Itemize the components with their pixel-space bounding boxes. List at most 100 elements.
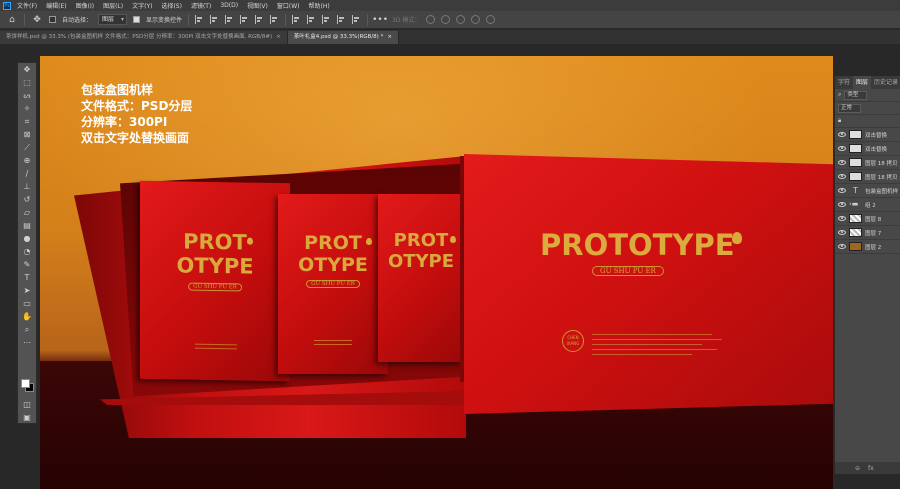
distribute-left-icon[interactable] (292, 15, 301, 24)
layer-row[interactable]: 图层 8 (835, 212, 900, 226)
quick-mask-icon[interactable]: ◫ (18, 398, 36, 411)
crop-tool-icon[interactable]: ⌗ (18, 115, 36, 128)
3d-orbit-icon[interactable] (426, 15, 436, 24)
align-top-icon[interactable] (240, 15, 249, 24)
show-transform-checkbox[interactable] (133, 16, 141, 23)
eye-icon[interactable] (838, 216, 846, 221)
eye-icon[interactable] (838, 146, 846, 151)
layer-row[interactable]: 图层 18 拷贝 (835, 170, 900, 184)
options-bar: ⌂ ✥ 自动选择： 图层 显示变换控件 ••• 3D 模式： (0, 11, 900, 29)
healing-brush-tool-icon[interactable]: ⊕ (18, 154, 36, 167)
3d-scale-icon[interactable] (486, 15, 496, 24)
tab-layers[interactable]: 图层 (853, 76, 872, 89)
document-canvas[interactable]: 包装盒图机样 文件格式：PSD分层 分辨率：300PI 双击文字处替换画面 PR… (40, 56, 833, 489)
fine-print-line (195, 343, 237, 346)
close-icon[interactable]: × (276, 31, 281, 44)
auto-select-checkbox[interactable] (49, 16, 56, 23)
menu-select[interactable]: 选择(S) (161, 1, 182, 10)
layer-row[interactable]: 图层 2 (835, 240, 900, 254)
menu-file[interactable]: 文件(F) (17, 1, 37, 10)
lock-icon[interactable]: 🔒︎ (838, 117, 841, 125)
3d-pan-icon[interactable] (456, 15, 466, 24)
edit-toolbar-icon[interactable]: ⋯ (18, 336, 36, 349)
menu-filter[interactable]: 滤镜(T) (191, 1, 211, 10)
menu-help[interactable]: 帮助(H) (309, 1, 330, 10)
blend-mode-select[interactable]: 正常 (838, 103, 862, 113)
layer-row[interactable]: 图层 7 (835, 226, 900, 240)
layer-row[interactable]: 图层 18 拷贝 (835, 156, 900, 170)
frame-tool-icon[interactable]: ⊠ (18, 128, 36, 141)
eye-icon[interactable] (838, 202, 846, 207)
hand-tool-icon[interactable]: ✋ (18, 310, 36, 323)
brush-tool-icon[interactable]: ∕ (18, 167, 36, 180)
menu-image[interactable]: 图像(I) (76, 1, 94, 10)
info-line: 包装盒图机样 (81, 83, 154, 97)
dodge-tool-icon[interactable]: ◔ (18, 245, 36, 258)
magic-wand-tool-icon[interactable]: ✧ (18, 102, 36, 115)
3d-slide-icon[interactable] (471, 15, 481, 24)
move-tool-icon[interactable]: ✥ (31, 14, 43, 26)
panel-tab-bar: 字符 图层 历史记录 (835, 76, 900, 89)
align-middle-icon[interactable] (255, 15, 264, 24)
align-left-icon[interactable] (195, 15, 204, 24)
layer-filter-select[interactable]: 类型 (844, 90, 868, 100)
document-tab-active[interactable]: 茶叶礼盒4.psd @ 33.3%(RGB/8) * × (287, 31, 399, 44)
layer-row[interactable]: 双击替换 (835, 142, 900, 156)
lid-product-subtitle: GU SHU PU ER (592, 266, 664, 276)
zoom-tool-icon[interactable]: ⌕ (18, 323, 36, 336)
align-center-icon[interactable] (210, 15, 219, 24)
layer-row[interactable]: 双击替换 (835, 128, 900, 142)
screen-mode-icon[interactable]: ▣ (18, 411, 36, 424)
eye-icon[interactable] (838, 132, 846, 137)
align-bottom-icon[interactable] (270, 15, 279, 24)
home-icon[interactable]: ⌂ (6, 14, 18, 26)
tab-character[interactable]: 字符 (835, 76, 853, 89)
eye-icon[interactable] (838, 188, 846, 193)
pen-tool-icon[interactable]: ✎ (18, 258, 36, 271)
fine-print-line (592, 344, 702, 345)
eye-icon[interactable] (838, 174, 846, 179)
more-options-icon[interactable]: ••• (372, 14, 388, 26)
menu-edit[interactable]: 编辑(E) (46, 1, 66, 10)
auto-select-dropdown[interactable]: 图层 (98, 14, 128, 25)
align-right-icon[interactable] (225, 15, 234, 24)
layer-row[interactable]: T 包装盒图机样 (835, 184, 900, 198)
distribute-bottom-icon[interactable] (352, 15, 361, 24)
blur-tool-icon[interactable]: ● (18, 232, 36, 245)
foreground-color-swatch[interactable] (21, 379, 30, 388)
menu-type[interactable]: 文字(Y) (132, 1, 152, 10)
gradient-tool-icon[interactable]: ▤ (18, 219, 36, 232)
menu-window[interactable]: 窗口(W) (277, 1, 300, 10)
seal-icon (732, 232, 742, 244)
distribute-top-icon[interactable] (337, 15, 346, 24)
layer-row[interactable]: ›▬ 组 2 (835, 198, 900, 212)
distribute-right-icon[interactable] (322, 15, 331, 24)
menu-layer[interactable]: 图层(L) (103, 1, 123, 10)
lasso-tool-icon[interactable]: ᔕ (18, 89, 36, 102)
eye-icon[interactable] (838, 244, 846, 249)
3d-roll-icon[interactable] (441, 15, 451, 24)
eye-icon[interactable] (838, 160, 846, 165)
menu-3d[interactable]: 3D(D) (220, 2, 238, 9)
history-brush-tool-icon[interactable]: ↺ (18, 193, 36, 206)
distribute-center-icon[interactable] (307, 15, 316, 24)
move-tool-icon[interactable]: ✥ (18, 63, 36, 76)
eraser-tool-icon[interactable]: ▱ (18, 206, 36, 219)
folder-icon: ›▬ (849, 200, 859, 208)
link-icon[interactable]: ⊖ (855, 465, 860, 472)
menu-view[interactable]: 视图(V) (247, 1, 268, 10)
tab-history[interactable]: 历史记录 (871, 76, 900, 89)
fx-icon[interactable]: fx (868, 465, 874, 472)
close-icon[interactable]: × (387, 31, 392, 44)
marquee-tool-icon[interactable]: ⬚ (18, 76, 36, 89)
path-selection-tool-icon[interactable]: ➤ (18, 284, 36, 297)
eye-icon[interactable] (838, 230, 846, 235)
divider (285, 13, 287, 26)
clone-stamp-tool-icon[interactable]: ⊥ (18, 180, 36, 193)
document-tab[interactable]: 茶饼样机.psd @ 33.3% (包装盒图机样 文件格式：PSD分层 分辨率：… (0, 31, 288, 44)
shape-tool-icon[interactable]: ▭ (18, 297, 36, 310)
eyedropper-tool-icon[interactable]: ⟋ (18, 141, 36, 154)
type-tool-icon[interactable]: T (18, 271, 36, 284)
fine-print-line (314, 344, 352, 345)
text-layer-icon: T (853, 186, 858, 195)
